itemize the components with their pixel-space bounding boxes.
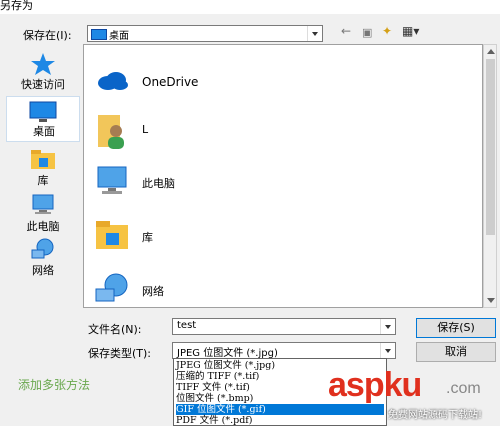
place-desktop[interactable]: 桌面 [6,96,80,142]
watermark-tagline: 免费网站源码下载站! [388,410,483,421]
computer-icon [97,166,127,194]
save-in-label: 保存在(I): [23,29,72,42]
view-menu-icon[interactable]: ▦▾ [402,24,419,38]
file-name: 此电脑 [142,177,175,190]
file-name: OneDrive [142,75,199,89]
star-icon [31,53,55,75]
save-button[interactable]: 保存(S) [416,318,496,338]
watermark: aspku .com 免费网站源码下载站! [318,358,500,426]
filename-value: test [177,320,197,331]
watermark-brand: aspku [328,366,422,404]
place-network[interactable]: 网络 [6,236,80,278]
new-folder-icon[interactable]: ✦ [382,24,392,38]
place-this-pc[interactable]: 此电脑 [6,192,80,234]
list-item[interactable]: OneDrive [94,63,394,103]
library-icon [96,221,128,249]
place-label: 桌面 [33,125,55,138]
places-bar: 快速访问 桌面 库 此电脑 网络 [6,46,80,306]
title-bar: 另存为 [0,0,500,14]
window-title: 另存为 [0,0,33,12]
save-in-combo[interactable]: 桌面 [87,25,323,42]
scrollbar[interactable] [483,44,497,308]
network-icon [95,273,128,302]
back-arrow-icon[interactable]: ← [341,24,351,38]
desktop-icon [29,101,57,122]
list-item[interactable]: 网络 [94,271,394,311]
filetype-value: JPEG 位图文件 (*.jpg) [177,348,278,359]
chevron-down-icon[interactable] [380,319,395,334]
filename-label: 文件名(N): [88,323,142,336]
list-item[interactable]: 库 [94,217,394,257]
place-label: 此电脑 [26,220,60,233]
library-icon [31,150,55,169]
filetype-label: 保存类型(T): [88,347,152,360]
file-name: 网络 [142,285,164,298]
user-folder-icon [98,115,124,149]
background-page: 添加多张方法 [0,372,170,394]
up-folder-icon[interactable]: ▣ [362,26,372,39]
cloud-icon [98,72,128,90]
list-item[interactable]: L [94,111,394,151]
place-library[interactable]: 库 [6,146,80,188]
list-item[interactable]: 此电脑 [94,163,394,203]
watermark-suffix: .com [446,380,481,397]
file-list[interactable]: OneDrive L 此电脑 库 网络 [83,44,483,308]
file-name: 库 [142,231,153,244]
scroll-thumb[interactable] [486,59,495,235]
chevron-down-icon[interactable] [307,26,322,41]
place-label: 库 [37,174,49,187]
save-as-dialog: 另存为 保存在(I): 桌面 ← ▣ ✦ ▦▾ 快速访问 桌面 库 此电脑 网络… [0,0,500,426]
desktop-icon [91,29,107,40]
scroll-down-icon[interactable] [484,295,496,307]
place-quick-access[interactable]: 快速访问 [6,50,80,92]
place-label: 网络 [32,264,54,277]
computer-icon [32,194,54,214]
place-label: 快速访问 [21,78,65,91]
save-in-value: 桌面 [109,31,129,42]
file-name: L [142,123,149,136]
scroll-up-icon[interactable] [484,45,496,57]
network-icon [31,238,54,259]
background-text: 添加多张方法 [18,378,91,392]
filetype-select[interactable]: JPEG 位图文件 (*.jpg) [172,342,396,359]
filename-input[interactable]: test [172,318,396,335]
chevron-down-icon[interactable] [380,343,395,358]
